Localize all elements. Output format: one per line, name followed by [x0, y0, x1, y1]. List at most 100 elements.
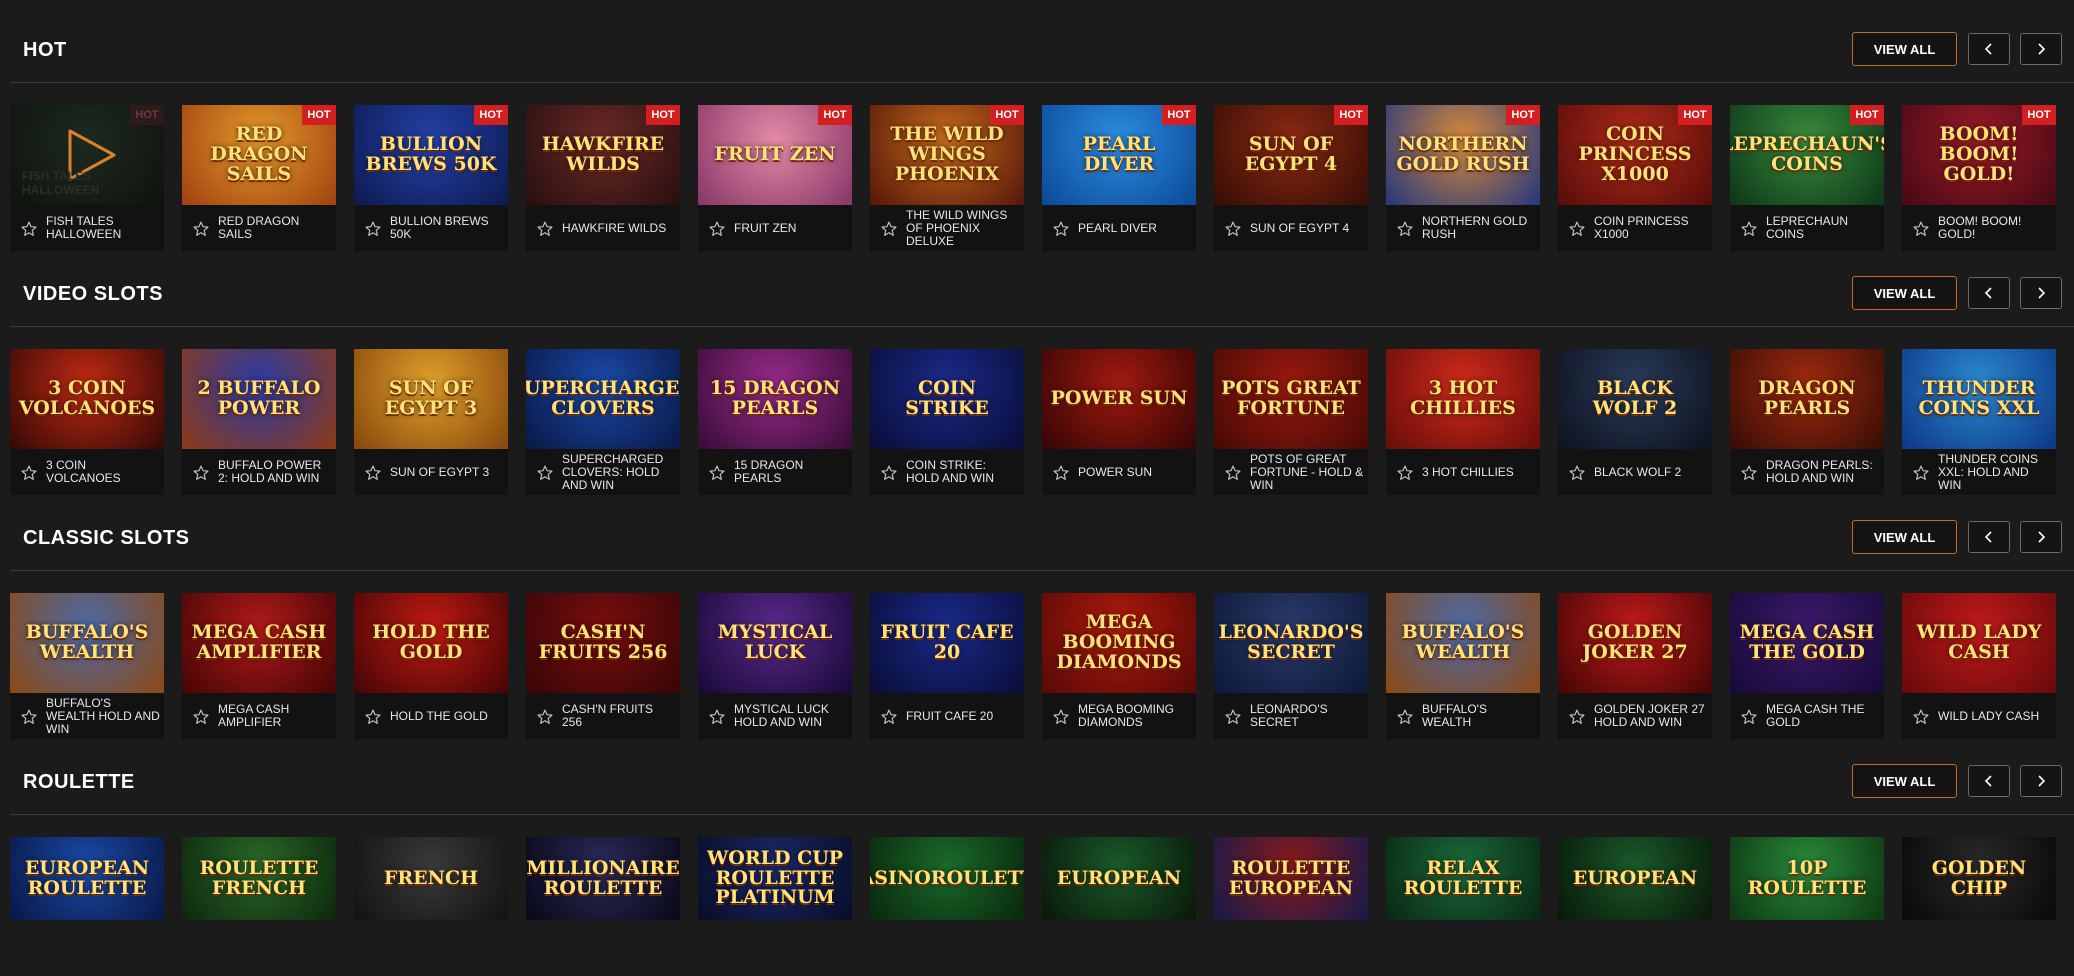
favorite-star-icon[interactable] — [536, 220, 554, 238]
game-thumbnail[interactable]: 3 COIN VOLCANOES — [10, 349, 164, 449]
favorite-star-icon[interactable] — [536, 464, 554, 482]
favorite-star-icon[interactable] — [708, 464, 726, 482]
carousel-next-button[interactable] — [2020, 521, 2062, 553]
view-all-button[interactable]: VIEW ALL — [1852, 764, 1957, 798]
game-tile[interactable]: SUN OF EGYPT 4 HOT SUN OF EGYPT 4 — [1214, 105, 1368, 251]
game-thumbnail[interactable]: European Roulette — [10, 837, 164, 920]
game-thumbnail[interactable]: SUPERCHARGED CLOVERS — [526, 349, 680, 449]
game-thumbnail[interactable]: WORLD CUP ROULETTE PLATINUM — [698, 837, 852, 920]
game-tile[interactable]: ROULETTE EUROPEAN — [1214, 837, 1368, 920]
game-tile[interactable]: RED DRAGON SAILS HOT RED DRAGON SAILS — [182, 105, 336, 251]
game-tile[interactable]: 3 HOT CHILLIES 3 HOT CHILLIES — [1386, 349, 1540, 495]
game-tile[interactable]: Roulette FRENCH — [182, 837, 336, 920]
game-tile[interactable]: RELAX ROULETTE — [1386, 837, 1540, 920]
game-thumbnail[interactable]: GOLDEN JOKER 27 — [1558, 593, 1712, 693]
game-thumbnail[interactable]: POTS GREAT FORTUNE — [1214, 349, 1368, 449]
favorite-star-icon[interactable] — [20, 220, 38, 238]
favorite-star-icon[interactable] — [1740, 708, 1758, 726]
favorite-star-icon[interactable] — [708, 220, 726, 238]
game-thumbnail[interactable]: 3 HOT CHILLIES — [1386, 349, 1540, 449]
game-thumbnail[interactable]: ROULETTE EUROPEAN — [1214, 837, 1368, 920]
favorite-star-icon[interactable] — [1568, 220, 1586, 238]
game-tile[interactable]: BUFFALO'S WEALTH BUFFALO'S WEALTH HOLD AN… — [10, 593, 164, 739]
game-tile[interactable]: MILLIONAIRE ROULETTE — [526, 837, 680, 920]
game-tile[interactable]: 2 BUFFALO POWER BUFFALO POWER 2: HOLD AND… — [182, 349, 336, 495]
game-thumbnail[interactable]: BUFFALO'S WEALTH — [1386, 593, 1540, 693]
favorite-star-icon[interactable] — [1912, 464, 1930, 482]
favorite-star-icon[interactable] — [536, 708, 554, 726]
game-thumbnail[interactable]: EUROPEAN — [1042, 837, 1196, 920]
game-thumbnail[interactable]: LEONARDO'S SECRET — [1214, 593, 1368, 693]
favorite-star-icon[interactable] — [1740, 220, 1758, 238]
game-thumbnail[interactable]: BLACK WOLF 2 — [1558, 349, 1712, 449]
game-tile[interactable]: THUNDER COINS XXL THUNDER COINS XXL: HOLD… — [1902, 349, 2056, 495]
carousel-next-button[interactable] — [2020, 277, 2062, 309]
game-thumbnail[interactable]: EUROPEAN — [1558, 837, 1712, 920]
game-tile[interactable]: FRUIT CAFE 20 FRUIT CAFE 20 — [870, 593, 1024, 739]
favorite-star-icon[interactable] — [1912, 220, 1930, 238]
game-thumbnail[interactable]: THUNDER COINS XXL — [1902, 349, 2056, 449]
game-tile[interactable]: NORTHERN GOLD RUSH HOT NORTHERN GOLD RUSH — [1386, 105, 1540, 251]
game-tile[interactable]: 3 COIN VOLCANOES 3 COIN VOLCANOES — [10, 349, 164, 495]
favorite-star-icon[interactable] — [1396, 464, 1414, 482]
game-tile[interactable]: LEONARDO'S SECRET LEONARDO'S SECRET — [1214, 593, 1368, 739]
view-all-button[interactable]: VIEW ALL — [1852, 276, 1957, 310]
game-thumbnail[interactable]: Wild Lady Cash — [1902, 593, 2056, 693]
game-tile[interactable]: LEPRECHAUN'S COINSHOTLEPRECHAUN COINS — [1730, 105, 1884, 251]
game-thumbnail[interactable]: 2 BUFFALO POWER — [182, 349, 336, 449]
favorite-star-icon[interactable] — [192, 464, 210, 482]
game-tile[interactable]: CasinoRoulette — [870, 837, 1024, 920]
favorite-star-icon[interactable] — [364, 708, 382, 726]
carousel-next-button[interactable] — [2020, 765, 2062, 797]
favorite-star-icon[interactable] — [20, 708, 38, 726]
favorite-star-icon[interactable] — [1224, 220, 1242, 238]
favorite-star-icon[interactable] — [1740, 464, 1758, 482]
favorite-star-icon[interactable] — [1052, 708, 1070, 726]
favorite-star-icon[interactable] — [192, 220, 210, 238]
game-tile[interactable]: THE WILD WINGS PHOENIX HOT THE WILD WINGS … — [870, 105, 1024, 251]
game-tile[interactable]: BLACK WOLF 2 BLACK WOLF 2 — [1558, 349, 1712, 495]
favorite-star-icon[interactable] — [880, 708, 898, 726]
game-thumbnail[interactable]: CASH'N FRUITS 256 — [526, 593, 680, 693]
game-tile[interactable]: MEGA BOOMING DIAMONDS MEGA BOOMING DIAMON… — [1042, 593, 1196, 739]
game-thumbnail[interactable]: 15 DRAGON PEARLS — [698, 349, 852, 449]
game-tile[interactable]: COIN STRIKE COIN STRIKE: HOLD AND WIN — [870, 349, 1024, 495]
favorite-star-icon[interactable] — [192, 708, 210, 726]
game-tile[interactable]: WORLD CUP ROULETTE PLATINUM — [698, 837, 852, 920]
favorite-star-icon[interactable] — [880, 220, 898, 238]
game-tile[interactable]: SUN OF EGYPT 3 SUN OF EGYPT 3 — [354, 349, 508, 495]
game-thumbnail[interactable]: 10p Roulette — [1730, 837, 1884, 920]
favorite-star-icon[interactable] — [1568, 708, 1586, 726]
game-tile[interactable]: GOLDEN JOKER 27 GOLDEN JOKER 27 HOLD AND … — [1558, 593, 1712, 739]
favorite-star-icon[interactable] — [1396, 220, 1414, 238]
game-tile[interactable]: MEGA CASH AMPLIFIER MEGA CASH AMPLIFIER — [182, 593, 336, 739]
game-tile[interactable]: HAWKFIRE WILDS HOT HAWKFIRE WILDS — [526, 105, 680, 251]
game-tile[interactable]: MYSTICAL LUCK MYSTICAL LUCK HOLD AND WIN — [698, 593, 852, 739]
game-thumbnail[interactable]: SUN OF EGYPT 3 — [354, 349, 508, 449]
favorite-star-icon[interactable] — [1224, 464, 1242, 482]
view-all-button[interactable]: VIEW ALL — [1852, 32, 1957, 66]
favorite-star-icon[interactable] — [880, 464, 898, 482]
game-thumbnail[interactable]: FRUIT CAFE 20 — [870, 593, 1024, 693]
favorite-star-icon[interactable] — [1224, 708, 1242, 726]
game-thumbnail[interactable]: RELAX ROULETTE — [1386, 837, 1540, 920]
favorite-star-icon[interactable] — [1052, 220, 1070, 238]
game-thumbnail[interactable]: French — [354, 837, 508, 920]
game-thumbnail[interactable]: MYSTICAL LUCK — [698, 593, 852, 693]
game-tile[interactable]: MEGA CASH THE GOLD MEGA CASH THE GOLD — [1730, 593, 1884, 739]
game-tile[interactable]: BUFFALO'S WEALTH BUFFALO'S WEALTH — [1386, 593, 1540, 739]
game-tile[interactable]: DRAGON PEARLS DRAGON PEARLS: HOLD AND WIN — [1730, 349, 1884, 495]
carousel-prev-button[interactable] — [1968, 765, 2010, 797]
favorite-star-icon[interactable] — [1052, 464, 1070, 482]
favorite-star-icon[interactable] — [1568, 464, 1586, 482]
game-thumbnail[interactable]: CasinoRoulette — [870, 837, 1024, 920]
game-tile[interactable]: POTS GREAT FORTUNE POTS OF GREAT FORTUNE … — [1214, 349, 1368, 495]
favorite-star-icon[interactable] — [20, 464, 38, 482]
favorite-star-icon[interactable] — [364, 220, 382, 238]
view-all-button[interactable]: VIEW ALL — [1852, 520, 1957, 554]
game-tile[interactable]: EUROPEAN — [1042, 837, 1196, 920]
game-thumbnail[interactable]: MILLIONAIRE ROULETTE — [526, 837, 680, 920]
game-tile[interactable]: HOLD THE GOLD HOLD THE GOLD — [354, 593, 508, 739]
game-tile[interactable]: European Roulette — [10, 837, 164, 920]
game-thumbnail[interactable]: Roulette FRENCH — [182, 837, 336, 920]
